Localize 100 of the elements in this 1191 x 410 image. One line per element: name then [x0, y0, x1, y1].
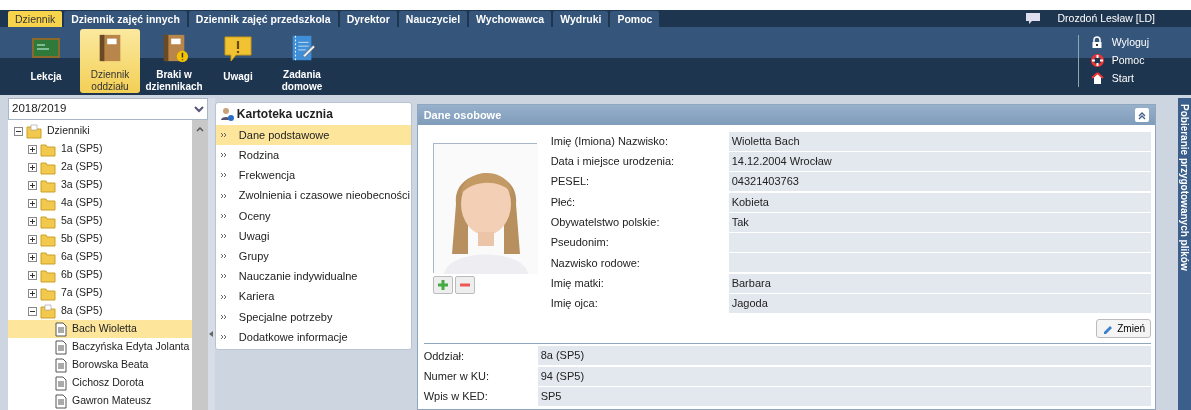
nav-tab[interactable]: Dziennik zajęć innych: [64, 11, 187, 27]
menu-item[interactable]: Grupy: [215, 246, 411, 267]
expand-icon[interactable]: [28, 288, 37, 298]
edit-button[interactable]: Zmień: [1096, 318, 1151, 338]
field-label: Pseudonim:: [550, 235, 610, 251]
remove-button[interactable]: [455, 275, 476, 294]
menu-item[interactable]: Uwagi: [215, 225, 411, 247]
folder-icon: [40, 141, 56, 157]
field-label: Nazwisko rodowe:: [550, 255, 641, 271]
nav-tab[interactable]: Wydruki: [553, 11, 609, 27]
expand-icon[interactable]: [28, 162, 37, 172]
folder-icon: [40, 231, 56, 247]
menu-item[interactable]: Zwolnienia i czasowe nieobecności: [215, 185, 411, 206]
document-icon: [54, 357, 67, 373]
tree-item[interactable]: Dzienniki: [45, 122, 92, 140]
header-link[interactable]: Start: [1090, 70, 1149, 87]
header-link[interactable]: Pomoc: [1090, 52, 1149, 69]
scrollbar[interactable]: [191, 120, 208, 410]
document-icon: [54, 339, 67, 355]
tree-item[interactable]: 3a (SP5): [59, 176, 105, 194]
chevron-icon: [219, 312, 227, 321]
scroll-up-icon: [195, 125, 204, 133]
nav-tab[interactable]: Pomoc: [610, 11, 660, 27]
panel-title: Kartoteka ucznia: [236, 106, 333, 123]
chat-icon: [1025, 12, 1042, 25]
field-label: Imię ojca:: [550, 296, 599, 312]
nav-tab[interactable]: Dziennik: [8, 11, 63, 27]
field-label: Imię (Imiona) Nazwisko:: [550, 133, 669, 149]
collapse-icon[interactable]: [14, 126, 23, 136]
toolbar-button[interactable]: Uwagi: [208, 29, 268, 93]
field-value: 94 (SP5): [537, 366, 1151, 386]
field-value: 04321403763: [728, 172, 1151, 192]
tree-item[interactable]: 5a (SP5): [59, 212, 105, 230]
tree-item[interactable]: 8a (SP5): [59, 302, 105, 320]
home-icon: [1090, 71, 1104, 85]
field-label: Obywatelstwo polskie:: [550, 215, 661, 231]
toolbar-button[interactable]: Lekcja: [16, 29, 76, 93]
nav-tab[interactable]: Dziennik zajęć przedszkola: [188, 11, 338, 27]
menu-item[interactable]: Nauczanie indywidualne: [215, 266, 411, 287]
menu-item[interactable]: Rodzina: [215, 145, 411, 166]
menu-item[interactable]: Oceny: [215, 205, 411, 226]
field-label: Oddział:: [423, 348, 465, 364]
field-label: Data i miejsce urodzenia:: [550, 154, 676, 170]
expand-icon[interactable]: [28, 252, 37, 262]
chevron-icon: [219, 292, 227, 301]
expand-icon[interactable]: [28, 144, 37, 154]
tree-item[interactable]: 4a (SP5): [59, 194, 105, 212]
collapse-icon[interactable]: [28, 306, 37, 316]
toolbar-button[interactable]: Dziennik oddziału: [80, 29, 140, 93]
year-select[interactable]: 2018/2019: [8, 98, 208, 120]
tree-item[interactable]: Gawron Mateusz: [70, 392, 154, 410]
plus-icon: [436, 278, 449, 291]
expand-icon[interactable]: [28, 270, 37, 280]
folder-icon: [40, 159, 56, 175]
menu-item[interactable]: Dodatkowe informacje: [215, 326, 411, 348]
tree-item[interactable]: 1a (SP5): [59, 140, 105, 158]
menu-item[interactable]: Specjalne potrzeby: [215, 306, 411, 327]
chevron-icon: [219, 272, 227, 281]
expand-icon[interactable]: [28, 234, 37, 244]
folder-icon: [40, 177, 56, 193]
document-icon: [54, 375, 67, 391]
side-tab[interactable]: Pobieranie przygotowanych plików: [1178, 98, 1191, 410]
menu-item[interactable]: Dane podstawowe: [215, 125, 411, 146]
tree-item[interactable]: 5b (SP5): [59, 230, 105, 248]
user-name: Drozdoń Lesław [LD]: [1057, 10, 1155, 26]
chevron-icon: [219, 252, 227, 261]
tree-item[interactable]: 2a (SP5): [59, 158, 105, 176]
field-label: Wpis w KED:: [423, 389, 489, 405]
toolbar-button[interactable]: Braki w dziennikach: [144, 29, 204, 93]
field-value: SP5: [537, 386, 1151, 406]
nav-tab[interactable]: Nauczyciel: [398, 11, 468, 27]
field-label: PESEL:: [550, 174, 591, 190]
tree-item[interactable]: Baczyńska Edyta Jolanta: [70, 338, 192, 356]
menu-item[interactable]: Frekwencja: [215, 165, 411, 186]
chevron-icon: [219, 191, 227, 200]
user-info-icon: [219, 107, 234, 121]
field-label: Imię matki:: [550, 275, 605, 291]
chevron-icon: [219, 171, 227, 180]
add-button[interactable]: [432, 275, 453, 294]
menu-item[interactable]: Kariera: [215, 286, 411, 307]
expand-icon[interactable]: [28, 216, 37, 226]
toolbar-button[interactable]: Zadania domowe: [272, 29, 332, 93]
folder-icon: [40, 267, 56, 283]
collapse-button[interactable]: [1135, 108, 1149, 122]
tree-item[interactable]: 7a (SP5): [59, 284, 105, 302]
nav-tab[interactable]: Dyrektor: [339, 11, 397, 27]
folder-icon: [26, 123, 42, 139]
expand-icon[interactable]: [28, 180, 37, 190]
field-value: Jagoda: [728, 294, 1151, 313]
folder-icon: [40, 285, 56, 301]
tree-item[interactable]: Borowska Beata: [70, 356, 151, 374]
expand-icon[interactable]: [28, 198, 37, 208]
tree-item[interactable]: 6a (SP5): [59, 248, 105, 266]
tree-item[interactable]: Cichosz Dorota: [70, 374, 146, 392]
tree-item[interactable]: 6b (SP5): [59, 266, 105, 284]
lifebuoy-icon: [1090, 54, 1104, 68]
field-label: Płeć:: [550, 194, 577, 210]
header-link[interactable]: Wyloguj: [1090, 35, 1149, 51]
nav-tab[interactable]: Wychowawca: [469, 11, 552, 27]
folder-icon: [40, 303, 56, 319]
